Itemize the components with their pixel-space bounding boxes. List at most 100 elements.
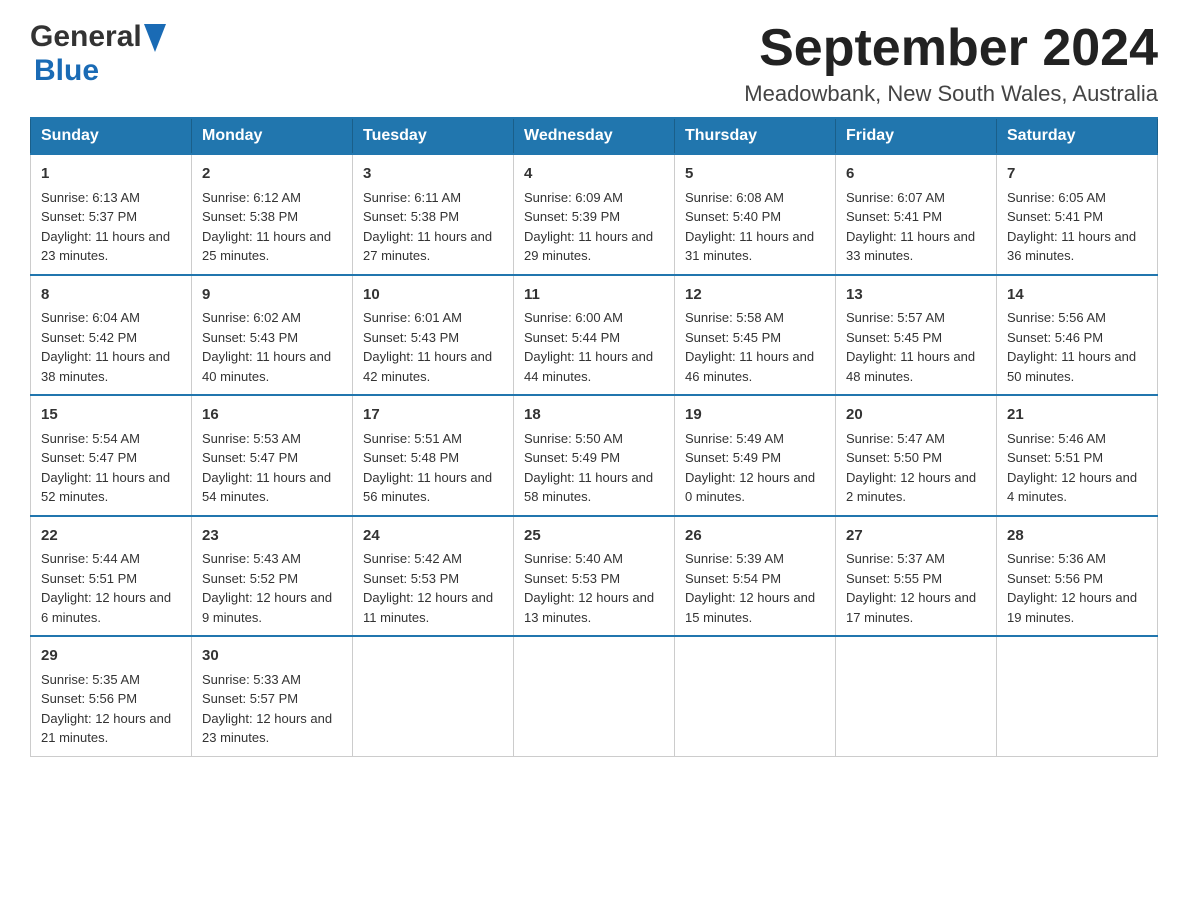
sunset-label: Sunset: 5:51 PM xyxy=(1007,450,1103,465)
calendar-day-header: Saturday xyxy=(997,118,1158,154)
calendar-cell: 26 Sunrise: 5:39 AM Sunset: 5:54 PM Dayl… xyxy=(675,516,836,637)
day-number: 14 xyxy=(1007,284,1147,307)
sunrise-label: Sunrise: 5:42 AM xyxy=(363,551,462,566)
sunset-label: Sunset: 5:44 PM xyxy=(524,330,620,345)
calendar-cell: 16 Sunrise: 5:53 AM Sunset: 5:47 PM Dayl… xyxy=(192,395,353,516)
calendar-cell: 14 Sunrise: 5:56 AM Sunset: 5:46 PM Dayl… xyxy=(997,275,1158,396)
sunset-label: Sunset: 5:50 PM xyxy=(846,450,942,465)
sunrise-label: Sunrise: 5:37 AM xyxy=(846,551,945,566)
daylight-label: Daylight: 11 hours and 56 minutes. xyxy=(363,470,492,505)
sunrise-label: Sunrise: 5:40 AM xyxy=(524,551,623,566)
sunrise-label: Sunrise: 5:44 AM xyxy=(41,551,140,566)
sunset-label: Sunset: 5:47 PM xyxy=(41,450,137,465)
calendar-cell: 12 Sunrise: 5:58 AM Sunset: 5:45 PM Dayl… xyxy=(675,275,836,396)
day-number: 3 xyxy=(363,163,503,186)
daylight-label: Daylight: 12 hours and 15 minutes. xyxy=(685,590,815,625)
calendar-cell: 24 Sunrise: 5:42 AM Sunset: 5:53 PM Dayl… xyxy=(353,516,514,637)
logo: General Blue xyxy=(30,20,166,88)
daylight-label: Daylight: 11 hours and 40 minutes. xyxy=(202,349,331,384)
calendar-header-row: SundayMondayTuesdayWednesdayThursdayFrid… xyxy=(31,118,1158,154)
daylight-label: Daylight: 11 hours and 25 minutes. xyxy=(202,229,331,264)
sunrise-label: Sunrise: 6:04 AM xyxy=(41,310,140,325)
calendar-cell xyxy=(353,636,514,756)
sunrise-label: Sunrise: 5:53 AM xyxy=(202,431,301,446)
sunset-label: Sunset: 5:48 PM xyxy=(363,450,459,465)
day-number: 8 xyxy=(41,284,181,307)
daylight-label: Daylight: 11 hours and 42 minutes. xyxy=(363,349,492,384)
calendar-cell: 10 Sunrise: 6:01 AM Sunset: 5:43 PM Dayl… xyxy=(353,275,514,396)
daylight-label: Daylight: 11 hours and 58 minutes. xyxy=(524,470,653,505)
day-number: 9 xyxy=(202,284,342,307)
calendar-cell: 6 Sunrise: 6:07 AM Sunset: 5:41 PM Dayli… xyxy=(836,154,997,275)
sunset-label: Sunset: 5:43 PM xyxy=(202,330,298,345)
calendar-cell: 28 Sunrise: 5:36 AM Sunset: 5:56 PM Dayl… xyxy=(997,516,1158,637)
sunrise-label: Sunrise: 5:47 AM xyxy=(846,431,945,446)
daylight-label: Daylight: 11 hours and 29 minutes. xyxy=(524,229,653,264)
day-number: 13 xyxy=(846,284,986,307)
daylight-label: Daylight: 12 hours and 21 minutes. xyxy=(41,711,171,746)
sunset-label: Sunset: 5:46 PM xyxy=(1007,330,1103,345)
sunset-label: Sunset: 5:47 PM xyxy=(202,450,298,465)
sunrise-label: Sunrise: 5:36 AM xyxy=(1007,551,1106,566)
sunset-label: Sunset: 5:41 PM xyxy=(846,209,942,224)
calendar-cell: 7 Sunrise: 6:05 AM Sunset: 5:41 PM Dayli… xyxy=(997,154,1158,275)
sunset-label: Sunset: 5:43 PM xyxy=(363,330,459,345)
day-number: 26 xyxy=(685,525,825,548)
sunset-label: Sunset: 5:53 PM xyxy=(524,571,620,586)
day-number: 28 xyxy=(1007,525,1147,548)
calendar-cell: 8 Sunrise: 6:04 AM Sunset: 5:42 PM Dayli… xyxy=(31,275,192,396)
sunset-label: Sunset: 5:38 PM xyxy=(202,209,298,224)
daylight-label: Daylight: 11 hours and 46 minutes. xyxy=(685,349,814,384)
calendar-cell: 2 Sunrise: 6:12 AM Sunset: 5:38 PM Dayli… xyxy=(192,154,353,275)
daylight-label: Daylight: 12 hours and 23 minutes. xyxy=(202,711,332,746)
calendar-week-row: 1 Sunrise: 6:13 AM Sunset: 5:37 PM Dayli… xyxy=(31,154,1158,275)
daylight-label: Daylight: 12 hours and 6 minutes. xyxy=(41,590,171,625)
sunset-label: Sunset: 5:39 PM xyxy=(524,209,620,224)
sunrise-label: Sunrise: 6:01 AM xyxy=(363,310,462,325)
calendar-cell xyxy=(514,636,675,756)
day-number: 11 xyxy=(524,284,664,307)
calendar-week-row: 8 Sunrise: 6:04 AM Sunset: 5:42 PM Dayli… xyxy=(31,275,1158,396)
sunset-label: Sunset: 5:52 PM xyxy=(202,571,298,586)
sunrise-label: Sunrise: 5:57 AM xyxy=(846,310,945,325)
sunset-label: Sunset: 5:49 PM xyxy=(685,450,781,465)
daylight-label: Daylight: 11 hours and 44 minutes. xyxy=(524,349,653,384)
day-number: 23 xyxy=(202,525,342,548)
sunset-label: Sunset: 5:41 PM xyxy=(1007,209,1103,224)
sunrise-label: Sunrise: 5:43 AM xyxy=(202,551,301,566)
day-number: 15 xyxy=(41,404,181,427)
calendar-table: SundayMondayTuesdayWednesdayThursdayFrid… xyxy=(30,117,1158,757)
sunset-label: Sunset: 5:42 PM xyxy=(41,330,137,345)
sunset-label: Sunset: 5:38 PM xyxy=(363,209,459,224)
sunrise-label: Sunrise: 5:39 AM xyxy=(685,551,784,566)
sunrise-label: Sunrise: 6:11 AM xyxy=(363,190,461,205)
title-block: September 2024 Meadowbank, New South Wal… xyxy=(744,20,1158,107)
calendar-cell: 3 Sunrise: 6:11 AM Sunset: 5:38 PM Dayli… xyxy=(353,154,514,275)
day-number: 19 xyxy=(685,404,825,427)
calendar-cell: 22 Sunrise: 5:44 AM Sunset: 5:51 PM Dayl… xyxy=(31,516,192,637)
location: Meadowbank, New South Wales, Australia xyxy=(744,81,1158,107)
calendar-cell xyxy=(836,636,997,756)
sunrise-label: Sunrise: 5:58 AM xyxy=(685,310,784,325)
sunrise-label: Sunrise: 5:54 AM xyxy=(41,431,140,446)
day-number: 10 xyxy=(363,284,503,307)
day-number: 7 xyxy=(1007,163,1147,186)
daylight-label: Daylight: 11 hours and 31 minutes. xyxy=(685,229,814,264)
calendar-day-header: Sunday xyxy=(31,118,192,154)
calendar-day-header: Tuesday xyxy=(353,118,514,154)
calendar-cell: 23 Sunrise: 5:43 AM Sunset: 5:52 PM Dayl… xyxy=(192,516,353,637)
calendar-week-row: 15 Sunrise: 5:54 AM Sunset: 5:47 PM Dayl… xyxy=(31,395,1158,516)
calendar-cell xyxy=(675,636,836,756)
sunset-label: Sunset: 5:45 PM xyxy=(846,330,942,345)
logo-general: General xyxy=(30,20,142,54)
calendar-day-header: Friday xyxy=(836,118,997,154)
sunset-label: Sunset: 5:55 PM xyxy=(846,571,942,586)
daylight-label: Daylight: 12 hours and 11 minutes. xyxy=(363,590,493,625)
day-number: 17 xyxy=(363,404,503,427)
sunrise-label: Sunrise: 6:12 AM xyxy=(202,190,301,205)
daylight-label: Daylight: 12 hours and 0 minutes. xyxy=(685,470,815,505)
daylight-label: Daylight: 12 hours and 17 minutes. xyxy=(846,590,976,625)
calendar-cell: 4 Sunrise: 6:09 AM Sunset: 5:39 PM Dayli… xyxy=(514,154,675,275)
sunrise-label: Sunrise: 6:05 AM xyxy=(1007,190,1106,205)
calendar-week-row: 29 Sunrise: 5:35 AM Sunset: 5:56 PM Dayl… xyxy=(31,636,1158,756)
